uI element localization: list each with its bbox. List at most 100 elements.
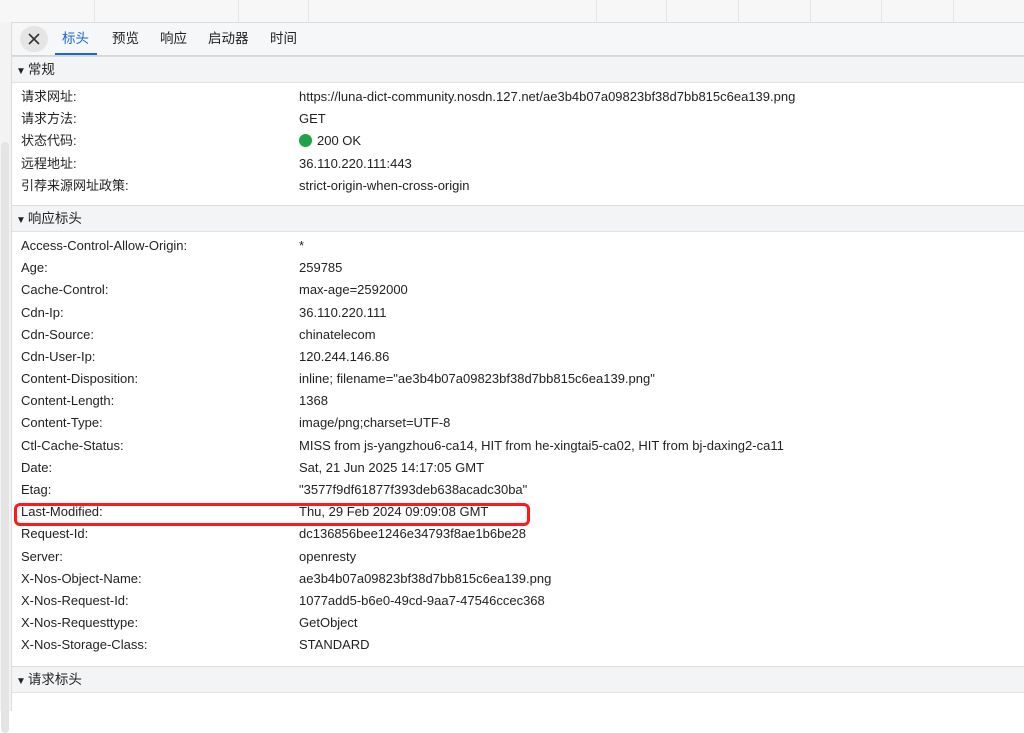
header-value: ae3b4b07a09823bf38d7bb815c6ea139.png	[299, 570, 552, 586]
header-key: 请求方法:	[21, 111, 77, 127]
response-header-row: Cdn-Ip: 36.110.220.111	[12, 302, 1024, 324]
tab-initiator[interactable]: 启动器	[208, 23, 249, 55]
header-value: 36.110.220.111	[299, 304, 387, 320]
response-header-row: X-Nos-Object-Name: ae3b4b07a09823bf38d7bb…	[12, 568, 1024, 590]
header-key: Cdn-Ip:	[21, 304, 64, 320]
header-value: STANDARD	[299, 637, 370, 653]
timeline-tick	[738, 0, 739, 22]
response-header-row: Content-Disposition: inline; filename="ae…	[12, 368, 1024, 390]
general-row: 状态代码: 200 OK	[12, 130, 1024, 152]
section-title: 常规	[27, 62, 55, 77]
header-value: inline; filename="ae3b4b07a09823bf38d7bb…	[299, 371, 655, 387]
tab-response[interactable]: 响应	[160, 23, 187, 55]
response-header-row: Date: Sat, 21 Jun 2025 14:17:05 GMT	[12, 457, 1024, 479]
header-key: Ctl-Cache-Status:	[21, 437, 124, 453]
header-value: 1368	[299, 393, 328, 409]
header-key: Access-Control-Allow-Origin:	[21, 237, 188, 253]
header-key: Content-Type:	[21, 415, 103, 431]
header-key: Cdn-Source:	[21, 326, 94, 342]
header-key: Content-Length:	[21, 393, 115, 409]
timeline-tick	[666, 0, 667, 22]
header-key: Date:	[21, 459, 53, 475]
response-header-row: X-Nos-Requesttype: GetObject	[12, 612, 1024, 634]
response-header-row: Content-Type: image/png;charset=UTF-8	[12, 412, 1024, 434]
section-title: 请求标头	[27, 671, 82, 687]
triangle-down-icon: ▼	[16, 675, 26, 687]
header-key: 状态代码:	[21, 133, 77, 149]
timeline-tick	[308, 0, 309, 22]
response-header-row: Ctl-Cache-Status: MISS from js-yangzhou6-…	[12, 435, 1024, 457]
timeline-tick	[810, 0, 811, 22]
response-header-row: Age: 259785	[12, 257, 1024, 279]
header-key: Request-Id:	[21, 526, 89, 542]
header-key: Etag:	[21, 482, 52, 497]
response-header-row: Cdn-Source: chinatelecom	[12, 324, 1024, 346]
timeline-tick	[238, 0, 239, 22]
header-key: Cdn-User-Ip:	[21, 348, 96, 364]
status-text: 200 OK	[317, 133, 362, 149]
status-value: 200 OK	[299, 130, 361, 152]
left-gutter	[0, 22, 12, 733]
header-key: Cache-Control:	[21, 282, 109, 298]
response-header-row: X-Nos-Storage-Class: STANDARD	[12, 634, 1024, 656]
header-value: GetObject	[299, 615, 358, 631]
header-key: Content-Disposition:	[21, 371, 139, 387]
header-key: Server:	[21, 548, 63, 564]
tab-timing[interactable]: 时间	[270, 23, 297, 55]
general-row: 请求网址: https://luna-dict-community.nosdn.1…	[12, 86, 1024, 108]
timeline-tick	[596, 0, 597, 22]
highlight-annotation-box	[14, 503, 530, 526]
header-value: 259785	[299, 260, 343, 276]
header-value: chinatelecom	[299, 326, 376, 342]
active-tab-indicator	[55, 53, 97, 55]
header-key: X-Nos-Request-Id:	[21, 592, 129, 608]
headers-panel: ▼ 常规 请求网址: https://luna-dict-community.nos…	[12, 56, 1024, 693]
section-general-header[interactable]: ▼ 常规	[12, 56, 1024, 83]
tab-headers[interactable]: 标头	[62, 23, 89, 55]
header-key: 请求网址:	[21, 89, 77, 104]
header-key: 引荐来源网址政策:	[21, 177, 129, 193]
response-header-row: Server: openresty	[12, 546, 1024, 568]
status-dot-icon	[299, 134, 312, 148]
header-key: Age:	[21, 260, 48, 276]
response-header-row: Etag: "3577f9df61877f393deb638acadc30ba"	[12, 479, 1024, 501]
tab-preview[interactable]: 预览	[112, 23, 139, 55]
header-value: dc136856bee1246e34793f8ae1b6be28	[299, 526, 527, 542]
header-value: MISS from js-yangzhou6-ca14, HIT from he…	[299, 437, 784, 453]
response-header-row: Content-Length: 1368	[12, 390, 1024, 412]
general-row: 引荐来源网址政策: strict-origin-when-cross-origin	[12, 175, 1024, 197]
header-value: "3577f9df61877f393deb638acadc30ba"	[299, 482, 528, 497]
close-icon	[28, 33, 40, 45]
header-value: *	[299, 237, 305, 253]
header-key: X-Nos-Requesttype:	[21, 615, 139, 631]
header-key: X-Nos-Object-Name:	[21, 570, 142, 586]
header-key: 远程地址:	[21, 155, 77, 171]
scrollbar[interactable]	[1, 142, 9, 733]
general-row: 远程地址: 36.110.220.111:443	[12, 153, 1024, 175]
close-button[interactable]	[20, 26, 48, 52]
response-header-row: Request-Id: dc136856bee1246e34793f8ae1b6b…	[12, 523, 1024, 545]
section-request-headers-header[interactable]: ▼ 请求标头	[12, 665, 1024, 693]
timeline-tick	[94, 0, 95, 22]
timeline-tick	[953, 0, 954, 22]
triangle-down-icon: ▼	[16, 214, 26, 226]
header-key: X-Nos-Storage-Class:	[21, 637, 148, 653]
response-header-row: X-Nos-Request-Id: 1077add5-b6e0-49cd-9aa7…	[12, 590, 1024, 612]
section-response-headers-header[interactable]: ▼ 响应标头	[12, 204, 1024, 232]
header-value: 1077add5-b6e0-49cd-9aa7-47546ccec368	[299, 592, 545, 608]
header-value: max-age=2592000	[299, 282, 408, 298]
header-value: 120.244.146.86	[299, 348, 390, 364]
header-value: strict-origin-when-cross-origin	[299, 177, 470, 193]
timeline-tick	[881, 0, 882, 22]
header-value: Sat, 21 Jun 2025 14:17:05 GMT	[299, 459, 485, 475]
header-value: 36.110.220.111:443	[299, 155, 412, 171]
header-value: openresty	[299, 548, 357, 564]
section-title: 响应标头	[27, 210, 82, 226]
header-value: https://luna-dict-community.nosdn.127.ne…	[299, 89, 796, 104]
response-header-row: Cdn-User-Ip: 120.244.146.86	[12, 346, 1024, 368]
header-value: GET	[299, 111, 326, 127]
header-value: image/png;charset=UTF-8	[299, 415, 451, 431]
general-row: 请求方法: GET	[12, 108, 1024, 130]
response-header-row: Access-Control-Allow-Origin: *	[12, 235, 1024, 257]
triangle-down-icon: ▼	[16, 66, 26, 77]
